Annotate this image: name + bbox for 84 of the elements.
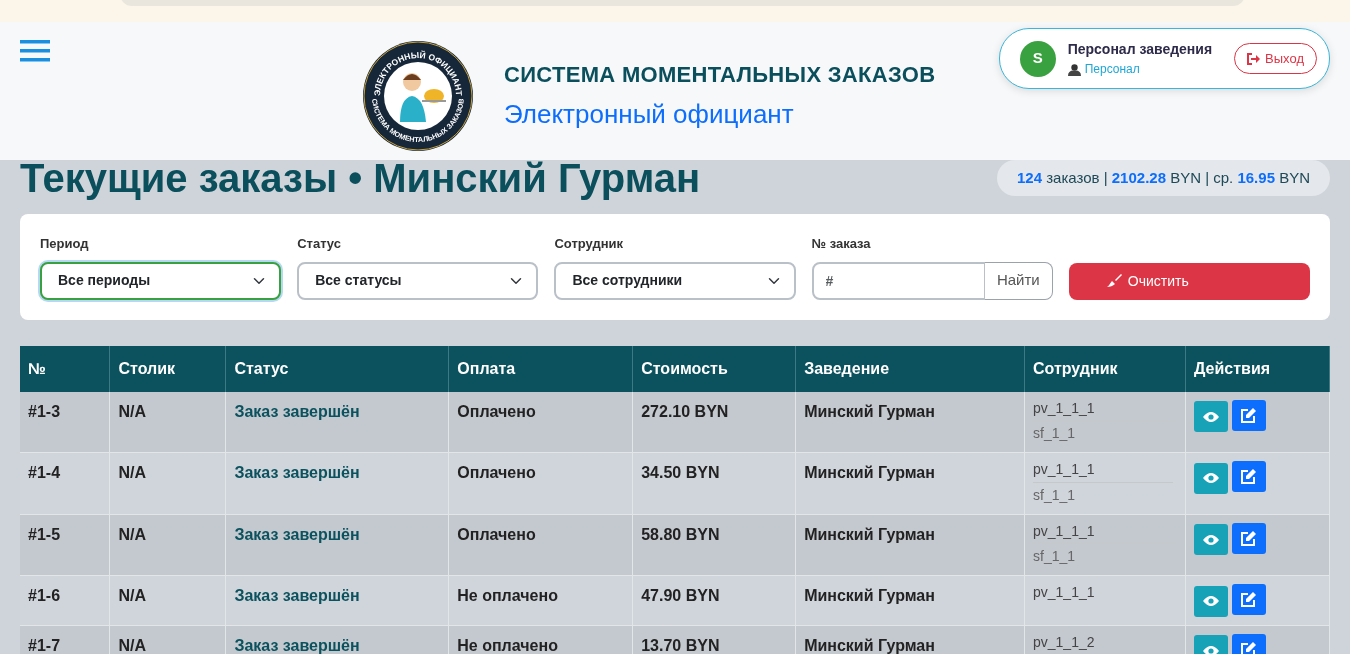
view-button[interactable] <box>1194 524 1228 556</box>
order-number: #1-5 <box>20 514 110 576</box>
staff-name: pv_1_1_1 <box>1033 522 1096 540</box>
payment-status: Не оплачено <box>448 575 633 626</box>
payment-status: Оплачено <box>448 391 633 453</box>
filter-select[interactable]: Все периоды <box>40 261 282 300</box>
edit-icon <box>1241 469 1257 485</box>
view-button[interactable] <box>1194 401 1228 432</box>
order-cost: 272.10 BYN <box>632 391 796 453</box>
order-status[interactable]: Заказ завершён <box>234 464 360 482</box>
filter-label: Сотрудник <box>554 235 625 253</box>
column-header: Статус <box>225 345 449 392</box>
order-cost: 47.90 BYN <box>632 575 796 626</box>
payment-status: Оплачено <box>448 452 633 515</box>
eye-icon <box>1203 644 1219 654</box>
venue-name: Минский Гурман <box>795 575 1025 626</box>
staff-name: sf_1_1 <box>1033 543 1173 566</box>
venue-name: Минский Гурман <box>795 625 1025 654</box>
filter-label: Статус <box>297 235 342 253</box>
view-button[interactable] <box>1194 585 1228 617</box>
page-title: Текущие заказы • Минский Гурман <box>20 158 701 198</box>
table-cell: N/A <box>109 514 226 576</box>
logout-button[interactable]: Выход <box>1234 42 1317 75</box>
column-header: Заведение <box>795 345 1025 392</box>
payment-status: Оплачено <box>448 514 633 576</box>
column-header: Действия <box>1185 345 1330 392</box>
view-button[interactable] <box>1194 462 1228 494</box>
order-cost: 34.50 BYN <box>632 452 796 515</box>
venue-name: Минский Гурман <box>795 514 1025 576</box>
eye-icon <box>1203 533 1219 546</box>
order-cost: 58.80 BYN <box>632 514 796 576</box>
order-number: #1-7 <box>20 625 110 654</box>
order-number: #1-4 <box>20 452 110 515</box>
user-role: Персонал <box>1084 61 1140 78</box>
edit-icon <box>1241 592 1257 608</box>
order-stats: 124 заказов | 2102.28 BYN | ср. 16.95 BYN <box>997 159 1330 197</box>
filter-select[interactable]: Все статусы <box>297 261 539 300</box>
filter-label: № заказа <box>811 235 872 253</box>
staff-name: pv_1_1_1 <box>1033 399 1096 417</box>
payment-status: Не оплачено <box>448 625 633 654</box>
menu-icon[interactable] <box>20 38 50 62</box>
column-header: Оплата <box>448 345 633 392</box>
table-cell: N/A <box>109 625 226 654</box>
order-status[interactable]: Заказ завершён <box>234 525 360 543</box>
staff-name: sf_1_1 <box>1033 481 1173 504</box>
eye-icon <box>1203 472 1219 485</box>
order-number: #1-3 <box>20 391 110 453</box>
table-cell: N/A <box>109 452 226 515</box>
staff-name: pv_1_1_1 <box>1033 461 1096 478</box>
venue-name: Минский Гурман <box>795 452 1025 515</box>
column-header: № <box>20 345 110 392</box>
order-number-field[interactable]: # <box>811 261 986 300</box>
clear-button[interactable]: Очистить <box>1068 262 1310 300</box>
edit-button[interactable] <box>1232 584 1266 616</box>
staff-name: sf_1_1 <box>1033 420 1173 443</box>
column-header: Столик <box>109 345 226 392</box>
search-button[interactable]: Найти <box>984 261 1053 300</box>
order-status[interactable]: Заказ завершён <box>234 402 360 420</box>
edit-icon <box>1241 530 1257 546</box>
edit-icon <box>1241 407 1257 423</box>
broom-icon <box>1105 274 1122 288</box>
logout-icon <box>1247 52 1261 65</box>
edit-button[interactable] <box>1232 522 1266 554</box>
app-subtitle: Электронный официант <box>504 98 795 131</box>
user-name: Персонал заведения <box>1067 40 1213 59</box>
eye-icon <box>1203 595 1219 608</box>
column-header: Сотрудник <box>1024 345 1186 392</box>
avatar: S <box>1019 40 1056 77</box>
order-status[interactable]: Заказ завершён <box>234 587 360 605</box>
filter-select[interactable]: Все сотрудники <box>554 261 796 300</box>
edit-button[interactable] <box>1232 399 1266 431</box>
column-header: Стоимость <box>632 345 796 392</box>
staff-name: pv_1_1_1 <box>1033 584 1096 602</box>
eye-icon <box>1203 410 1219 423</box>
table-cell: N/A <box>109 575 226 626</box>
edit-icon <box>1241 641 1257 654</box>
app-title: СИСТЕМА МОМЕНТАЛЬНЫХ ЗАКАЗОВ <box>504 61 936 89</box>
venue-name: Минский Гурман <box>795 391 1025 453</box>
staff-name: pv_1_1_2 <box>1033 633 1096 651</box>
table-cell: N/A <box>109 391 226 453</box>
edit-button[interactable] <box>1232 461 1266 493</box>
order-number: #1-6 <box>20 575 110 626</box>
filter-label: Период <box>40 235 90 253</box>
order-cost: 13.70 BYN <box>632 625 796 654</box>
